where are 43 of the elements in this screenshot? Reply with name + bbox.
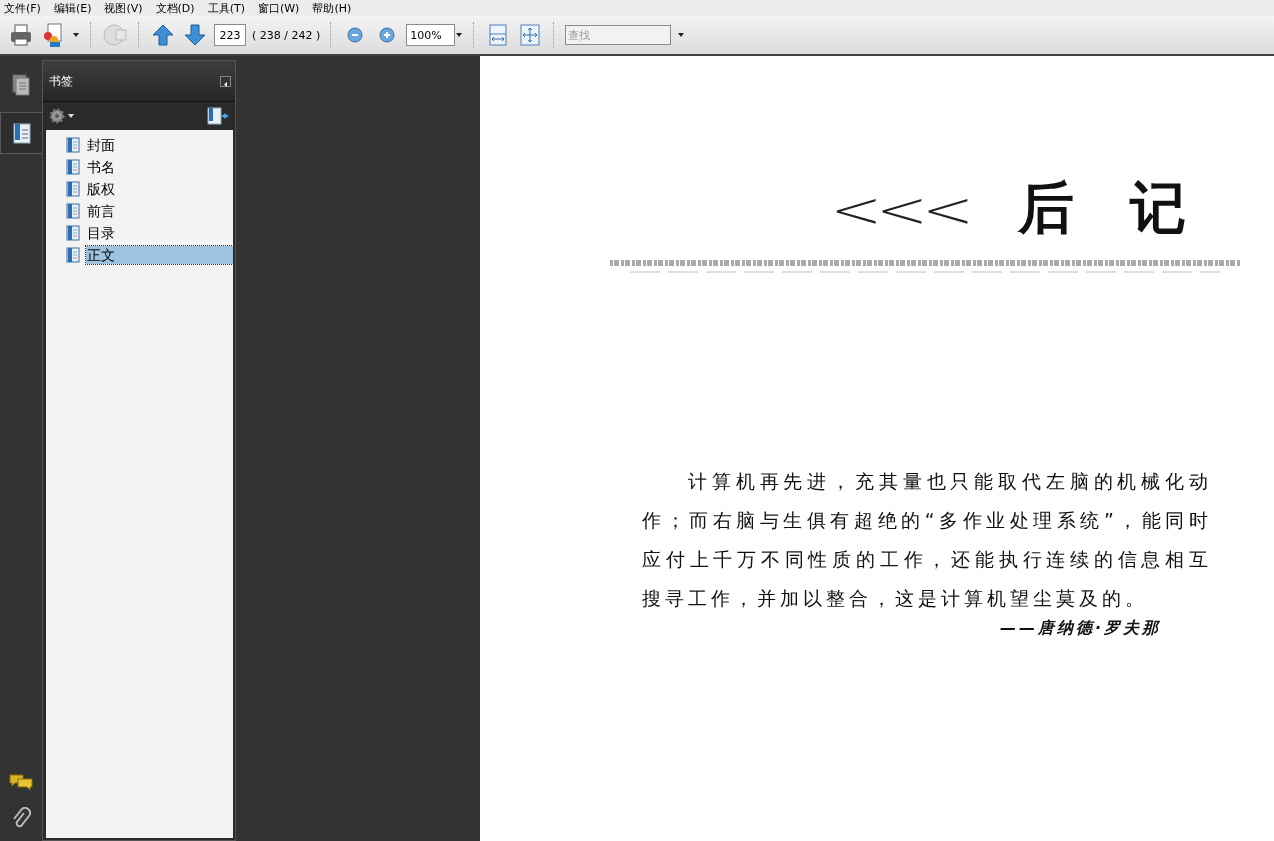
bookmark-icon <box>66 159 80 175</box>
gear-icon[interactable] <box>49 108 65 124</box>
caret-icon[interactable] <box>72 31 80 39</box>
bookmark-item[interactable]: 书名 <box>86 158 116 176</box>
panel-title: 书签 <box>49 72 73 90</box>
menu-item[interactable]: 工具(T) <box>207 0 245 16</box>
menu-item[interactable]: 窗口(W) <box>257 0 300 16</box>
chevrons: <<< <box>830 179 968 239</box>
menu-item[interactable]: 文件(F) <box>4 0 41 16</box>
bookmark-icon <box>66 247 80 263</box>
bookmark-item[interactable]: 目录 <box>86 224 116 242</box>
bookmark-icon <box>66 137 80 153</box>
menu-item[interactable]: 编辑(E) <box>53 0 92 16</box>
bookmark-item[interactable]: 封面 <box>86 136 116 154</box>
menu-item[interactable]: 文档(D) <box>155 0 195 16</box>
quote-paragraph: 计算机再先进，充其量也只能取代左脑的机械化动作；而右脑与生俱有超绝的“多作业处理系统”，能同时应付上千万不同性质的工作，还能执行连续的信息相互搜寻工作，并加以整合，这是计算机望尘莫及的。 <box>642 469 1212 611</box>
bookmark-icon <box>66 181 80 197</box>
down-arrow-icon[interactable] <box>182 22 208 48</box>
bookmark-icon <box>66 203 80 219</box>
zoom-field[interactable]: 100% <box>406 24 456 46</box>
bookmarks-tab[interactable] <box>0 112 42 154</box>
quote-attribution: ——唐纳德·罗夫那 <box>1000 618 1163 639</box>
bookmark-item[interactable]: 前言 <box>86 202 116 220</box>
printer-icon[interactable] <box>8 22 34 48</box>
bookmark-icon[interactable] <box>10 121 33 145</box>
page-heading: 后 记 <box>1018 173 1186 242</box>
bookmark-item[interactable]: 正文 <box>86 246 233 264</box>
collapse-button[interactable] <box>220 75 231 87</box>
page-number-field[interactable]: 223 <box>214 24 246 46</box>
caret-icon[interactable] <box>455 31 464 39</box>
search-field[interactable]: 查找 <box>565 25 672 45</box>
caret-icon[interactable] <box>677 31 686 39</box>
speech-bubbles-icon[interactable] <box>9 773 33 793</box>
menu-item[interactable]: 帮助(H) <box>312 0 352 16</box>
pages-icon[interactable] <box>10 73 32 97</box>
triangle-icon[interactable] <box>221 79 230 89</box>
bookmark-export-icon[interactable] <box>207 107 229 125</box>
caret-icon[interactable] <box>67 112 75 120</box>
menu-item[interactable]: 视图(V) <box>104 0 143 16</box>
page-count: ( 238 / 242 ) <box>252 28 321 42</box>
bookmark-icon <box>66 225 80 241</box>
up-arrow-icon[interactable] <box>150 22 176 48</box>
bookmark-item[interactable]: 版权 <box>86 180 116 198</box>
